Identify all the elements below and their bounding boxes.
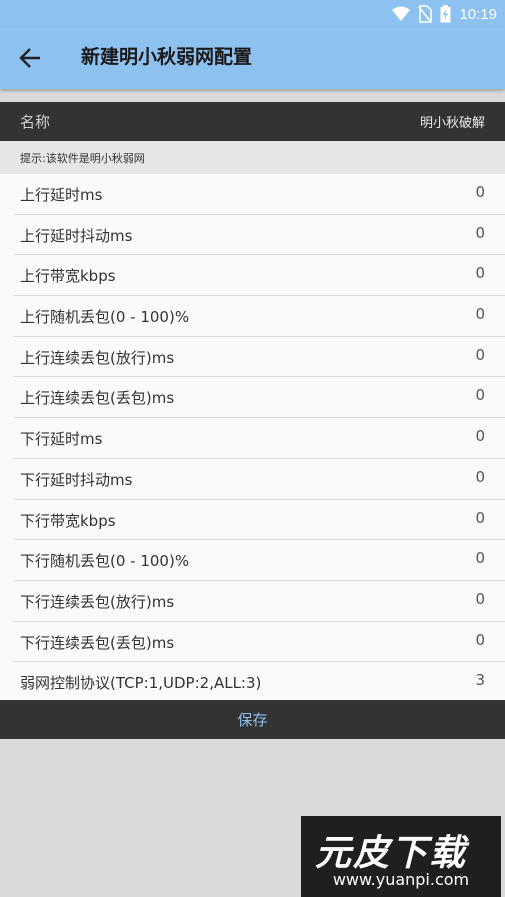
arrow-left-icon[interactable] bbox=[16, 43, 46, 73]
setting-row[interactable]: 下行延时抖动ms 0 bbox=[14, 459, 505, 500]
name-value[interactable]: 明小秋破解 bbox=[420, 112, 485, 131]
setting-value[interactable]: 0 bbox=[475, 590, 485, 608]
save-label: 保存 bbox=[237, 711, 268, 729]
hint-text: 提示:该软件是明小秋弱网 bbox=[20, 152, 145, 165]
watermark-logo: 元皮下载 www.yuanpi.com bbox=[301, 816, 501, 897]
setting-row[interactable]: 弱网控制协议(TCP:1,UDP:2,ALL:3) 3 bbox=[14, 662, 505, 702]
watermark-url: www.yuanpi.com bbox=[332, 870, 470, 889]
setting-value[interactable]: 0 bbox=[475, 427, 485, 445]
setting-row[interactable]: 下行随机丢包(0 - 100)% 0 bbox=[14, 540, 505, 581]
watermark-brand: 元皮下载 bbox=[315, 833, 468, 874]
status-icons: 10:19 bbox=[392, 4, 497, 24]
page-title: 新建明小秋弱网配置 bbox=[81, 46, 253, 68]
setting-value[interactable]: 0 bbox=[475, 549, 485, 567]
setting-row[interactable]: 上行连续丢包(丢包)ms 0 bbox=[14, 377, 505, 419]
settings-list: 上行延时ms 0 上行延时抖动ms 0 上行带宽kbps 0 上行随机丢包(0 … bbox=[0, 174, 505, 702]
save-button[interactable]: 保存 bbox=[0, 700, 505, 739]
name-row[interactable]: 名称 明小秋破解 bbox=[0, 102, 505, 141]
setting-label: 下行延时ms bbox=[20, 430, 103, 449]
setting-label: 弱网控制协议(TCP:1,UDP:2,ALL:3) bbox=[20, 674, 262, 693]
setting-label: 下行延时抖动ms bbox=[20, 470, 133, 489]
setting-value[interactable]: 0 bbox=[475, 509, 485, 527]
setting-value[interactable]: 0 bbox=[475, 264, 485, 282]
setting-value[interactable]: 0 bbox=[475, 183, 485, 201]
hint-bar: 提示:该软件是明小秋弱网 bbox=[0, 141, 505, 174]
setting-label: 上行连续丢包(放行)ms bbox=[20, 348, 175, 367]
wifi-icon bbox=[392, 6, 411, 21]
battery-icon bbox=[440, 5, 451, 23]
setting-value[interactable]: 0 bbox=[475, 631, 485, 649]
setting-value[interactable]: 0 bbox=[475, 468, 485, 486]
no-sim-icon bbox=[418, 5, 433, 23]
setting-value[interactable]: 0 bbox=[475, 386, 485, 404]
setting-row[interactable]: 上行连续丢包(放行)ms 0 bbox=[14, 337, 505, 378]
status-bar: 10:19 bbox=[0, 0, 505, 27]
app-bar: 新建明小秋弱网配置 bbox=[0, 27, 505, 89]
setting-label: 下行连续丢包(丢包)ms bbox=[20, 633, 175, 652]
setting-label: 上行延时ms bbox=[20, 186, 103, 204]
setting-label: 上行连续丢包(丢包)ms bbox=[20, 389, 175, 408]
name-label: 名称 bbox=[20, 113, 51, 131]
setting-row[interactable]: 下行延时ms 0 bbox=[14, 418, 505, 459]
setting-label: 下行带宽kbps bbox=[20, 511, 116, 530]
status-time: 10:19 bbox=[459, 5, 497, 23]
setting-label: 上行随机丢包(0 - 100)% bbox=[20, 308, 190, 327]
setting-label: 上行带宽kbps bbox=[20, 267, 116, 286]
setting-row[interactable]: 下行带宽kbps 0 bbox=[14, 500, 505, 541]
setting-row[interactable]: 上行带宽kbps 0 bbox=[14, 255, 505, 297]
setting-value[interactable]: 0 bbox=[475, 346, 485, 364]
setting-label: 上行延时抖动ms bbox=[20, 226, 133, 245]
setting-row[interactable]: 上行延时抖动ms 0 bbox=[14, 215, 505, 256]
setting-row[interactable]: 下行连续丢包(放行)ms 0 bbox=[14, 581, 505, 622]
setting-label: 下行连续丢包(放行)ms bbox=[20, 592, 175, 611]
setting-row[interactable]: 上行延时ms 0 bbox=[14, 174, 505, 215]
setting-value[interactable]: 0 bbox=[475, 224, 485, 242]
setting-value[interactable]: 0 bbox=[475, 305, 485, 323]
setting-row[interactable]: 上行随机丢包(0 - 100)% 0 bbox=[14, 296, 505, 337]
setting-row[interactable]: 下行连续丢包(丢包)ms 0 bbox=[14, 622, 505, 663]
setting-label: 下行随机丢包(0 - 100)% bbox=[20, 552, 190, 571]
setting-value[interactable]: 3 bbox=[475, 671, 485, 689]
